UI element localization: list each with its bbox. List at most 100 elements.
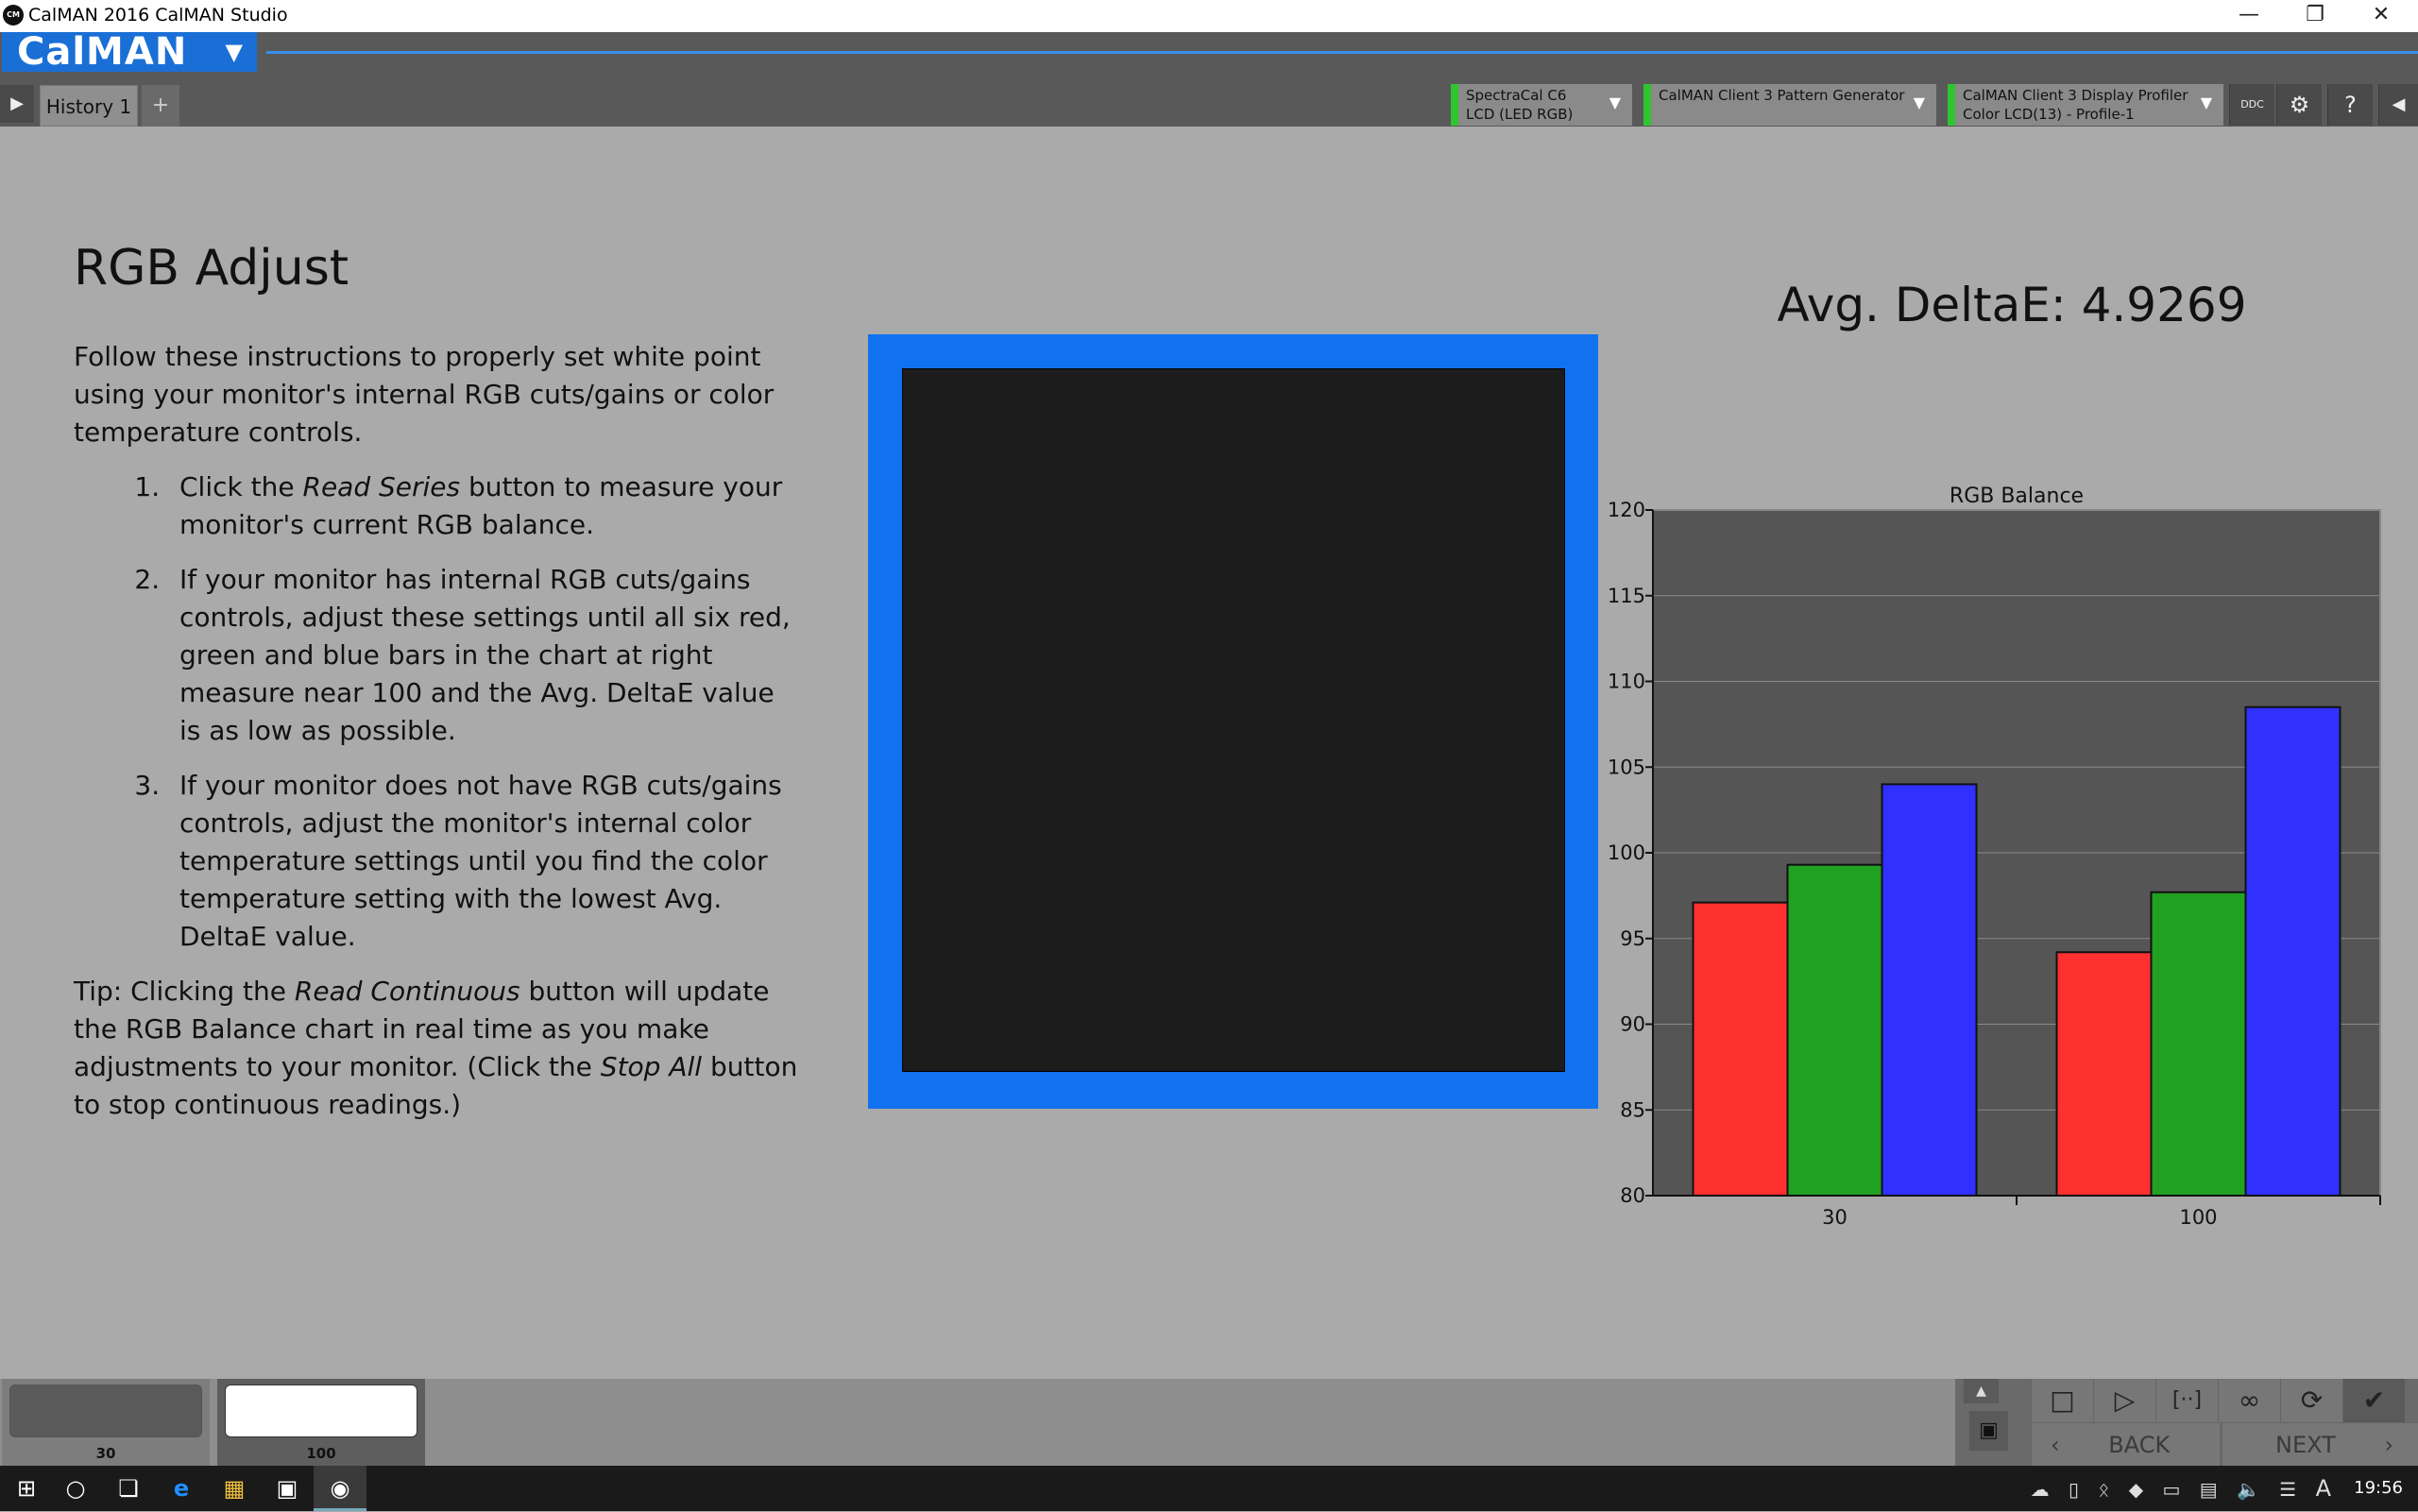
step-item: If your monitor has internal RGB cuts/ga… (168, 561, 801, 750)
read-continuous-button[interactable]: ∞ (2218, 1379, 2280, 1422)
ime-indicator[interactable]: A (2316, 1475, 2331, 1502)
confirm-button[interactable]: ✔ (2342, 1379, 2405, 1422)
back-label: BACK (2108, 1432, 2171, 1458)
notifications-icon[interactable]: ☰ (2279, 1478, 2296, 1501)
step-item: Click the Read Series button to measure … (168, 468, 801, 544)
read-button[interactable]: ▷ (2093, 1379, 2155, 1422)
help-button[interactable]: ? (2327, 84, 2373, 126)
infinity-icon: ∞ (2238, 1385, 2261, 1416)
avg-deltae-readout: Avg. DeltaE: 4.9269 (1606, 278, 2418, 332)
refresh-icon: ⟳ (2300, 1385, 2324, 1416)
display-profiler-selector[interactable]: CalMAN Client 3 Display Profiler Color L… (1948, 84, 2223, 126)
ddc-button[interactable]: DDC (2229, 84, 2274, 126)
edge-browser-icon[interactable]: e (155, 1466, 208, 1511)
workflow-page: RGB Adjust Follow these instructions to … (0, 127, 2418, 1379)
file-explorer-icon[interactable]: ▦ (208, 1466, 261, 1511)
settings-button[interactable]: ⚙ (2276, 84, 2322, 126)
clock[interactable]: 19:56 (2354, 1466, 2403, 1511)
chevron-right-icon: › (2384, 1432, 2394, 1458)
x-tick-label: 100 (2179, 1206, 2217, 1229)
battery-icon[interactable]: ▭ (2162, 1478, 2180, 1501)
bar (1786, 863, 1883, 1198)
network-icon[interactable]: ▤ (2200, 1478, 2218, 1501)
y-tick-label: 115 (1608, 585, 1645, 607)
patch-thumbnail-100[interactable]: 100 (217, 1379, 425, 1466)
close-button[interactable]: ✕ (2348, 0, 2414, 32)
windows-taskbar: ⊞ ○ ❏ e ▦ ▣ ◉ ☁ ▯ ᛟ ◆ ▭ ▤ 🔈 ☰ A 19:56 (0, 1466, 2418, 1511)
next-button[interactable]: NEXT › (2222, 1422, 2418, 1466)
stop-all-button[interactable]: ▣ (1968, 1411, 2008, 1451)
task-view-icon[interactable]: ❏ (102, 1466, 155, 1511)
back-button[interactable]: ‹ BACK (2031, 1422, 2220, 1466)
deltae-label: Avg. DeltaE: (1777, 278, 2082, 332)
tip-text: Tip: Clicking the Read Continuous button… (74, 976, 798, 1120)
add-tab-button[interactable]: + (142, 85, 179, 127)
bluetooth-icon[interactable]: ᛟ (2098, 1478, 2109, 1501)
calman-taskbar-icon[interactable]: ◉ (314, 1466, 366, 1511)
window-title: CalMAN 2016 CalMAN Studio (28, 5, 288, 25)
read-series-button[interactable]: [··] (2155, 1379, 2218, 1422)
stop-button[interactable]: □ (2031, 1379, 2093, 1422)
usb-icon[interactable]: ▯ (2069, 1478, 2079, 1501)
pattern-generator-selector[interactable]: CalMAN Client 3 Pattern Generator ▼ (1643, 84, 1936, 126)
chevron-left-icon: ‹ (2051, 1432, 2060, 1458)
app-header: CalMAN ▼ ▶ History 1 + SpectraCal C6 LCD… (0, 32, 2418, 127)
chevron-up-icon: ▲ (1976, 1384, 1986, 1399)
bar (1692, 901, 1789, 1197)
y-tick-label: 95 (1620, 927, 1645, 950)
bar (2055, 951, 2153, 1198)
step-item: If your monitor does not have RGB cuts/g… (168, 767, 801, 956)
expand-up-button[interactable]: ▲ (1963, 1379, 1999, 1403)
pattern-generator-name: CalMAN Client 3 Pattern Generator (1659, 87, 1905, 104)
chevron-down-icon: ▼ (225, 39, 244, 65)
system-tray: ☁ ▯ ᛟ ◆ ▭ ▤ 🔈 ☰ A (2031, 1466, 2331, 1511)
header-divider (266, 51, 2418, 54)
volume-icon[interactable]: 🔈 (2237, 1478, 2260, 1501)
store-icon[interactable]: ▣ (261, 1466, 314, 1511)
patch-color-box (225, 1385, 417, 1437)
refresh-button[interactable]: ⟳ (2280, 1379, 2342, 1422)
meter-mode: LCD (LED RGB) (1466, 106, 1574, 123)
deltae-value: 4.9269 (2081, 278, 2247, 332)
y-tick-label: 85 (1620, 1098, 1645, 1121)
search-icon[interactable]: ○ (49, 1466, 102, 1511)
y-tick-label: 105 (1608, 756, 1645, 778)
patch-label: 30 (95, 1445, 116, 1462)
y-tick-label: 80 (1620, 1184, 1645, 1207)
patch-thumbnail-30[interactable]: 30 (2, 1379, 210, 1466)
y-tick-label: 90 (1620, 1013, 1645, 1036)
chevron-down-icon: ▼ (2200, 93, 2212, 111)
chevron-down-icon: ▼ (1609, 93, 1621, 111)
checkmark-icon: ✔ (2362, 1385, 2386, 1416)
read-series-icon: [··] (2171, 1388, 2203, 1412)
color-swatch (868, 334, 1598, 1109)
window-titlebar: CM CalMAN 2016 CalMAN Studio — ❐ ✕ (0, 0, 2418, 32)
start-icon[interactable]: ⊞ (0, 1466, 53, 1511)
rgb-balance-chart: RGB Balance 80 85 90 95 100 105 110 115 120 30 100 (1608, 484, 2381, 1229)
tab-bar: ▶ History 1 + SpectraCal C6 LCD (LED RGB… (0, 81, 2418, 127)
instructions-intro: Follow these instructions to properly se… (74, 341, 775, 448)
instructions-steps: Click the Read Series button to measure … (168, 468, 801, 956)
chevron-left-icon: ◀ (2392, 94, 2406, 114)
bar (1881, 783, 1978, 1197)
dropbox-icon[interactable]: ◆ (2129, 1478, 2143, 1501)
calman-menu-button[interactable]: CalMAN ▼ (2, 32, 257, 72)
meter-selector[interactable]: SpectraCal C6 LCD (LED RGB) ▼ (1451, 84, 1632, 126)
collapse-right-button[interactable]: ◀ (2378, 84, 2418, 126)
expand-left-icon[interactable]: ▶ (0, 85, 34, 123)
help-icon: ? (2344, 92, 2357, 118)
stop-square-icon: □ (2050, 1385, 2075, 1416)
meter-name: SpectraCal C6 (1466, 87, 1567, 104)
logo-text: CalMAN (17, 30, 188, 74)
chart-title: RGB Balance (1950, 484, 2084, 508)
restore-button[interactable]: ❐ (2282, 0, 2348, 32)
minimize-button[interactable]: — (2216, 0, 2282, 32)
tab-history-1[interactable]: History 1 (40, 85, 138, 127)
play-icon: ▷ (2114, 1385, 2136, 1416)
stop-icon: ▣ (1979, 1419, 1999, 1442)
chevron-down-icon: ▼ (1913, 93, 1925, 111)
measurement-controls: ▲ ▣ □ ▷ [··] ∞ ⟳ ✔ ‹ BACK NEXT › (1955, 1379, 2418, 1466)
bar (2244, 705, 2341, 1198)
cloud-icon[interactable]: ☁ (2031, 1478, 2050, 1501)
ddc-icon: DDC (2240, 98, 2264, 110)
